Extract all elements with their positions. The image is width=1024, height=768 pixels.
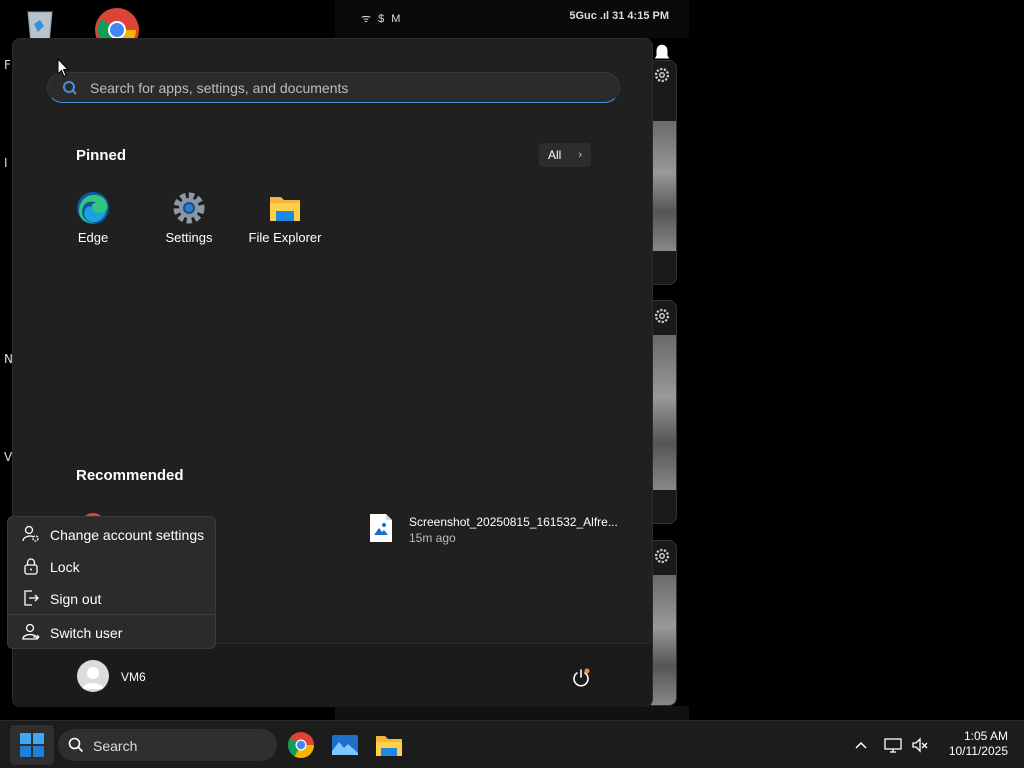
gear-icon[interactable] <box>653 307 671 325</box>
pinned-app-file-explorer[interactable]: File Explorer <box>237 191 333 245</box>
settings-gear-icon <box>172 191 206 225</box>
all-apps-button[interactable]: All › <box>539 143 591 167</box>
file-explorer-icon[interactable] <box>373 729 405 761</box>
start-menu-footer: VM6 <box>13 643 652 707</box>
windows-logo-icon <box>20 733 44 757</box>
pinned-app-label: File Explorer <box>248 230 322 245</box>
account-menu-label: Sign out <box>50 591 102 607</box>
photos-icon[interactable] <box>329 729 361 761</box>
pinned-app-edge[interactable]: Edge <box>45 191 141 245</box>
sign-out-icon <box>22 589 40 607</box>
pinned-app-label: Settings <box>165 230 213 245</box>
gear-icon[interactable] <box>653 66 671 84</box>
pinned-app-settings[interactable]: Settings <box>141 191 237 245</box>
avatar[interactable] <box>77 660 109 692</box>
power-icon[interactable] <box>571 668 591 688</box>
account-menu-label: Change account settings <box>50 527 205 543</box>
phone-status-bar: ᯤ $ M 5Guc .ıl 31 4:15 PM <box>335 0 689 38</box>
clock[interactable]: 1:05 AM 10/11/2025 <box>938 729 1008 759</box>
start-search-input[interactable] <box>90 73 610 102</box>
recommended-item[interactable]: Screenshot_20250815_161532_Alfre... 15m … <box>369 513 629 553</box>
account-menu-change-settings[interactable]: Change account settings <box>8 519 215 549</box>
switch-user-icon <box>22 623 40 641</box>
phone-card[interactable] <box>651 60 677 285</box>
account-menu-label: Lock <box>50 559 80 575</box>
account-menu: Change account settings Lock Sign out Sw… <box>7 516 216 649</box>
account-menu-divider <box>8 614 215 615</box>
chrome-icon[interactable] <box>285 729 317 761</box>
start-search-box[interactable] <box>47 72 620 103</box>
folder-icon <box>268 191 302 225</box>
clock-time: 1:05 AM <box>963 729 1008 743</box>
pinned-title: Pinned <box>76 147 127 164</box>
phone-card[interactable] <box>651 300 677 524</box>
chevron-up-icon[interactable] <box>853 737 869 753</box>
phone-nav-bar <box>335 706 689 720</box>
account-menu-label: Switch user <box>50 625 123 641</box>
taskbar-search-label: Search <box>93 738 138 754</box>
image-file-icon <box>369 513 393 543</box>
start-button[interactable] <box>10 725 54 765</box>
taskbar-search[interactable]: Search <box>58 729 277 761</box>
chevron-right-icon: › <box>578 149 582 161</box>
clock-date: 10/11/2025 <box>948 744 1008 758</box>
recommended-item-name: Screenshot_20250815_161532_Alfre... <box>409 515 618 529</box>
mouse-cursor-icon <box>57 57 70 78</box>
user-settings-icon <box>22 525 40 543</box>
search-icon <box>63 81 77 95</box>
account-menu-sign-out[interactable]: Sign out <box>8 583 215 613</box>
phone-status-left: ᯤ $ M <box>361 13 403 25</box>
lock-icon <box>22 557 40 575</box>
account-menu-lock[interactable]: Lock <box>8 551 215 581</box>
recommended-title: Recommended <box>76 467 184 484</box>
volume-muted-icon[interactable] <box>911 736 929 754</box>
phone-status-right: 5Guc .ıl 31 4:15 PM <box>569 10 669 22</box>
taskbar: Search 1:05 AM 10/11/2025 <box>0 720 1024 768</box>
search-icon <box>68 737 84 753</box>
pinned-app-label: Edge <box>77 230 109 245</box>
gear-icon[interactable] <box>653 547 671 565</box>
user-name[interactable]: VM6 <box>121 670 146 684</box>
all-apps-label: All <box>548 148 562 162</box>
edge-icon <box>76 191 110 225</box>
account-menu-switch-user[interactable]: Switch user <box>8 617 215 647</box>
desktop-label-fragment: I <box>4 156 8 170</box>
desktop-label-fragment: F <box>4 58 11 72</box>
recommended-item-time: 15m ago <box>409 531 456 545</box>
network-icon[interactable] <box>884 736 902 754</box>
desktop-label-fragment: V <box>4 450 13 464</box>
